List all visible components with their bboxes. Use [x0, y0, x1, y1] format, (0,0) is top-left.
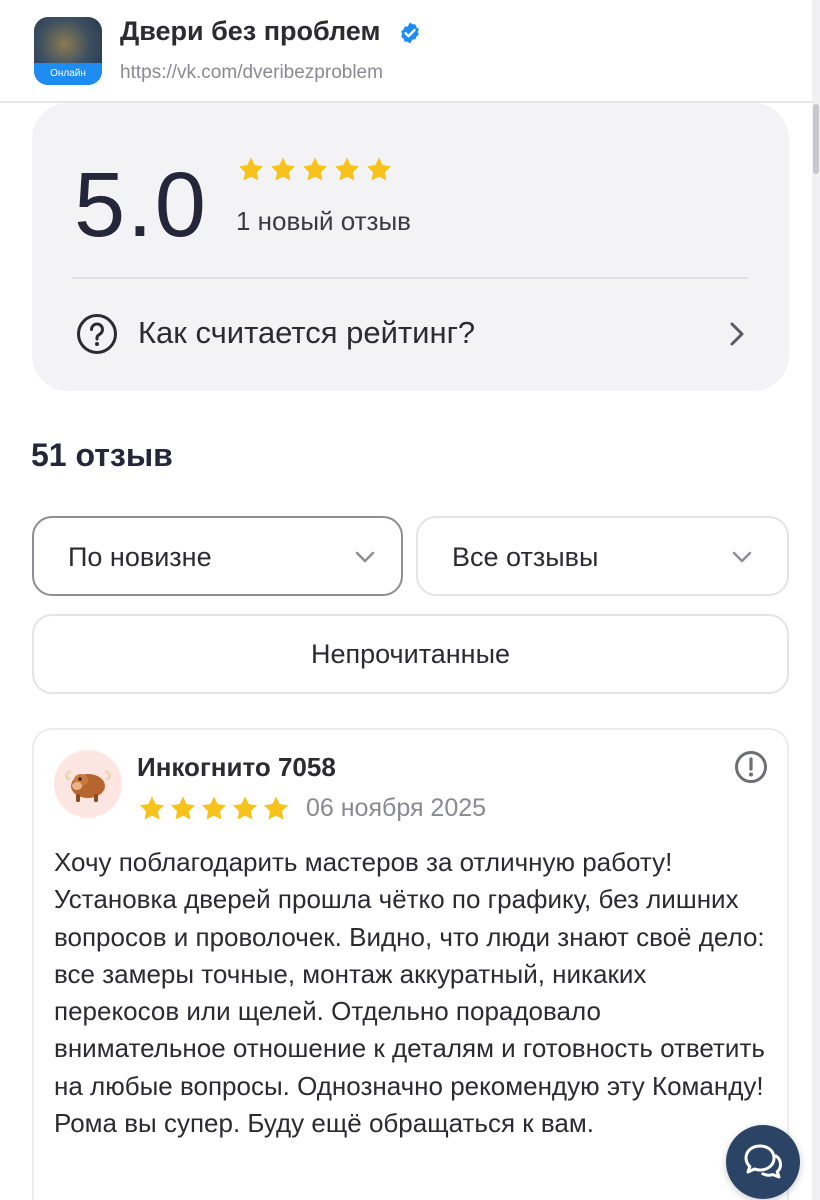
star-icon	[303, 157, 327, 181]
star-icon	[264, 796, 288, 820]
star-icon	[140, 796, 164, 820]
star-icon	[271, 157, 295, 181]
divider	[72, 277, 748, 279]
chat-bubbles-icon	[744, 1144, 782, 1179]
question-circle-icon	[77, 314, 117, 354]
how-rating-calculated-link[interactable]: Как считается рейтинг?	[72, 301, 752, 367]
scrollbar-thumb[interactable]	[813, 104, 819, 174]
org-url[interactable]: https://vk.com/dveribezproblem	[120, 62, 383, 84]
star-icon	[367, 157, 391, 181]
org-name[interactable]: Двери без проблем	[120, 16, 380, 47]
unread-filter-button[interactable]: Непрочитанные	[32, 614, 789, 694]
rating-stars	[236, 155, 394, 185]
author-avatar[interactable]	[54, 750, 122, 818]
review-card: Инкогнито 7058 06 ноября 2025 Хочу побла…	[32, 728, 789, 1200]
review-text: Хочу поблагодарить мастеров за отличную …	[54, 847, 765, 1139]
new-reviews-count[interactable]: 1 новый отзыв	[236, 206, 411, 237]
review-stars	[137, 794, 291, 824]
star-icon	[335, 157, 359, 181]
reviews-count-title: 51 отзыв	[31, 437, 173, 473]
verified-check-icon	[401, 22, 419, 44]
scrollbar-track[interactable]	[812, 0, 820, 1200]
star-icon	[171, 796, 195, 820]
sort-select[interactable]: По новизне	[32, 516, 403, 596]
chat-button[interactable]	[726, 1125, 800, 1199]
online-badge: Онлайн	[34, 63, 102, 85]
rating-card: 5.0 1 новый отзыв Как считается рейтинг?	[32, 103, 789, 391]
review-filter-label: Все отзывы	[452, 542, 599, 572]
exclamation-circle-icon[interactable]	[734, 750, 768, 784]
star-icon	[202, 796, 226, 820]
rating-value: 5.0	[74, 154, 208, 256]
review-filter-select[interactable]: Все отзывы	[416, 516, 789, 596]
chevron-down-icon	[732, 551, 752, 563]
org-header: Онлайн Двери без проблем https://vk.com/…	[0, 0, 812, 103]
author-name[interactable]: Инкогнито 7058	[137, 752, 336, 783]
chevron-right-icon	[730, 322, 744, 346]
star-icon	[233, 796, 257, 820]
sort-select-label: По новизне	[68, 542, 212, 572]
chevron-down-icon	[355, 551, 375, 563]
review-date: 06 ноября 2025	[306, 794, 487, 822]
star-icon	[239, 157, 263, 181]
how-rating-calculated-label: Как считается рейтинг?	[138, 315, 476, 350]
org-avatar[interactable]: Онлайн	[34, 17, 102, 85]
bull-icon	[65, 770, 111, 802]
